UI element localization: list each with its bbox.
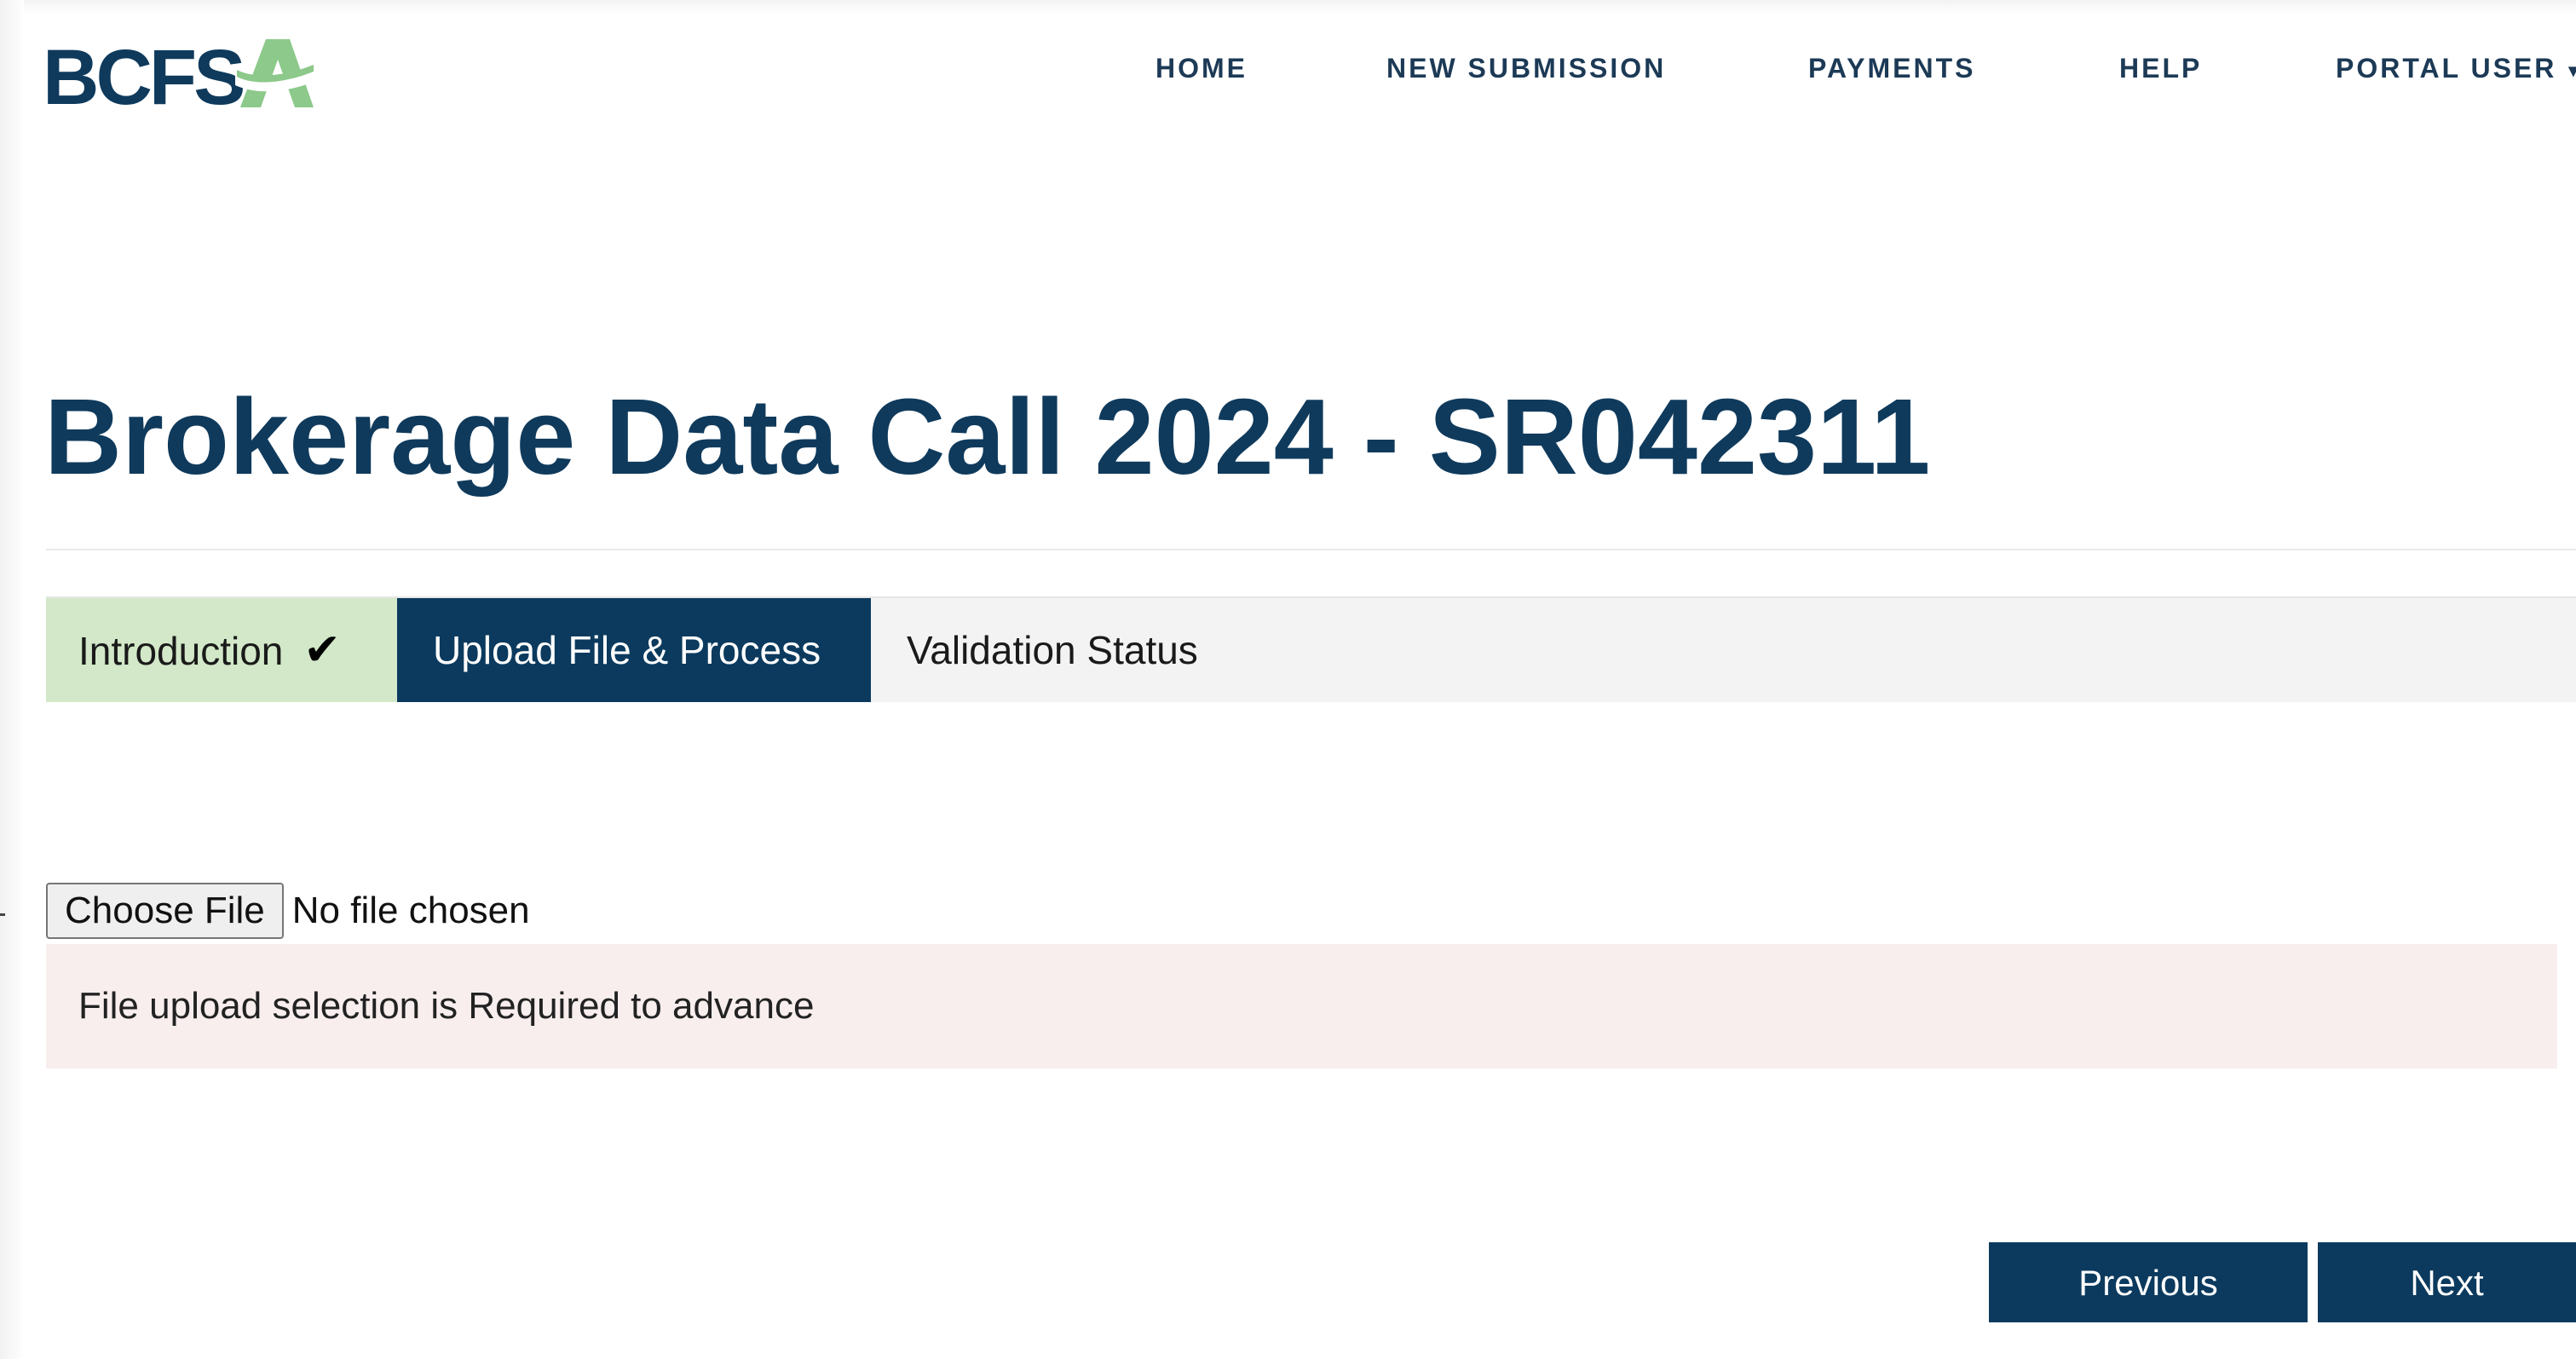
file-input: Choose File No file chosen [46,883,530,941]
nav-help-link[interactable]: HELP [2119,53,2202,84]
chevron-down-icon: ▾ [2568,59,2576,81]
edge-mark [0,913,5,916]
title-divider [46,549,2576,550]
step-upload-file[interactable]: Upload File & Process [397,598,871,702]
user-menu-label: PORTAL USER [2336,53,2557,83]
nav-payments-link[interactable]: PAYMENTS [1808,53,1975,84]
step-introduction[interactable]: Introduction ✔ [46,598,397,702]
page-top-edge [24,0,2576,14]
step-introduction-label: Introduction [78,629,284,673]
wizard-steps: Introduction ✔ Upload File & Process Vali… [46,596,2576,702]
page-left-edge [0,0,24,1359]
user-menu[interactable]: PORTAL USER ▾ [2336,53,2576,84]
nav-home-link[interactable]: HOME [1155,53,1248,84]
step-upload-label: Upload File & Process [433,628,821,672]
validation-error-message: File upload selection is Required to adv… [46,944,2557,1068]
next-button[interactable]: Next [2318,1242,2576,1322]
page-title: Brokerage Data Call 2024 - SR042311 [44,377,1931,497]
main-nav: HOME NEW SUBMISSION PAYMENTS HELP PORTAL… [1108,53,2576,104]
svg-text:BCFS: BCFS [43,34,243,112]
file-status-text: No file chosen [291,890,530,931]
step-validation-status[interactable]: Validation Status [871,598,1212,702]
nav-new-submission-link[interactable]: NEW SUBMISSION [1386,53,1666,84]
step-validation-label: Validation Status [907,628,1198,672]
bcfsa-logo[interactable]: BCFS [43,34,315,112]
logo-a-mark [235,39,314,107]
choose-file-button[interactable]: Choose File [46,883,284,939]
checkmark-icon: ✔ [303,625,341,675]
previous-button[interactable]: Previous [1989,1242,2308,1322]
